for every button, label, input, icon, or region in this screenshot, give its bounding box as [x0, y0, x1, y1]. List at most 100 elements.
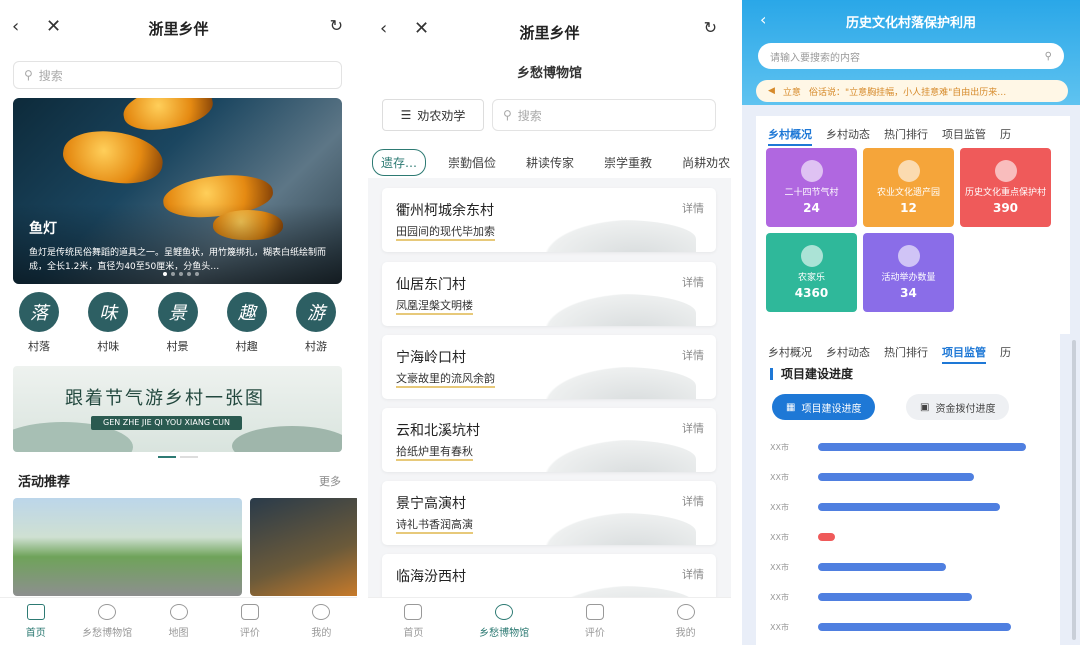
tab-overview[interactable]: 乡村概况 [768, 344, 812, 364]
detail-link[interactable]: 详情 [682, 347, 704, 363]
search-input[interactable]: ⚲ 搜索 [492, 99, 716, 131]
tab-museum[interactable]: 乡愁博物馆 [459, 598, 550, 645]
mountain-decoration [546, 220, 696, 252]
row-label: XX市 [770, 472, 789, 482]
solar-term-banner[interactable]: 跟着节气游乡村一张图 GEN ZHE JIE QI YOU XIANG CUN [13, 366, 342, 452]
mountain-decoration [546, 513, 696, 545]
tab-home[interactable]: 首页 [368, 598, 459, 645]
tab-label: 首页 [403, 628, 424, 639]
progress-panel: 乡村概况 乡村动态 热门排行 项目监管 历 项目建设进度 ▦ 项目建设进度 ▣ 资金… [756, 334, 1060, 645]
activity-card[interactable] [13, 498, 242, 596]
tab-mine[interactable]: 我的 [286, 598, 357, 645]
progress-bar [818, 443, 1026, 451]
tab-museum[interactable]: 乡愁博物馆 [71, 598, 142, 645]
tab-supervision[interactable]: 项目监管 [942, 126, 986, 146]
village-card[interactable]: 仙居东门村 凤凰涅槃文明楼 详情 [382, 262, 716, 326]
category-label: 村游 [305, 340, 327, 353]
tab-mine[interactable]: 我的 [640, 598, 731, 645]
category-label: 村景 [166, 340, 189, 353]
tab-bar: 首页 乡愁博物馆 评价 我的 [368, 597, 731, 645]
tile-label: 农业文化遗产园 [876, 188, 940, 198]
tab-agriculture[interactable]: 尚耕劝农 [674, 150, 731, 175]
search-placeholder: 请输入要搜索的内容 [770, 52, 860, 64]
hero-carousel[interactable]: 鱼灯 鱼灯是传统民俗舞蹈的道具之一。呈鲤鱼状，用竹篾绑扎，糊表白纸绘制而成，全长… [13, 98, 342, 284]
progress-row: XX市 [770, 432, 1050, 462]
scrollbar[interactable] [1072, 340, 1076, 640]
menu-icon: ☰ [400, 108, 412, 122]
fund-progress-button[interactable]: ▣ 资金拨付进度 [906, 394, 1010, 420]
category-icon: 味 [88, 292, 129, 332]
category-label: 村味 [97, 340, 120, 353]
detail-link[interactable]: 详情 [682, 274, 704, 290]
activity-card[interactable] [250, 498, 357, 596]
category-taste[interactable]: 味村味 [82, 292, 134, 354]
tab-map[interactable]: 地图 [143, 598, 214, 645]
detail-link[interactable]: 详情 [682, 200, 704, 216]
tab-review[interactable]: 评价 [214, 598, 285, 645]
section-title: 项目建设进度 [770, 368, 853, 380]
notice-text: 俗话说："立意胸挂幅，小人挂意难"自由出历来… [808, 87, 1007, 98]
row-label: XX市 [770, 442, 789, 452]
stat-tile[interactable]: 历史文化重点保护村 390 [960, 148, 1051, 227]
village-card[interactable]: 云和北溪坑村 拾纸炉里有春秋 详情 [382, 408, 716, 472]
search-placeholder: 搜索 [38, 68, 63, 83]
project-progress-button[interactable]: ▦ 项目建设进度 [772, 394, 876, 420]
tile-label: 活动举办数量 [881, 273, 936, 283]
tab-label: 评价 [239, 628, 260, 639]
menu-button[interactable]: ☰ 劝农劝学 [382, 99, 484, 131]
tab-overview[interactable]: 乡村概况 [768, 126, 812, 146]
tab-education[interactable]: 崇学重教 [596, 150, 660, 175]
search-input[interactable]: 请输入要搜索的内容 ⚲ [758, 43, 1064, 69]
progress-row: XX市 [770, 582, 1050, 612]
wallet-icon: ▣ [920, 401, 930, 413]
tab-ranking[interactable]: 热门排行 [884, 126, 928, 146]
hero-desc: 鱼灯是传统民俗舞蹈的道具之一。呈鲤鱼状，用竹篾绑扎，糊表白纸绘制而成，全长1.2… [29, 248, 327, 272]
carousel-dots [163, 272, 199, 276]
tab-review[interactable]: 评价 [550, 598, 641, 645]
card-subtitle: 田园间的现代毕加索 [396, 225, 495, 241]
menu-label: 劝农劝学 [417, 108, 466, 123]
detail-link[interactable]: 详情 [682, 566, 704, 582]
progress-bars: XX市 XX市 XX市 XX市 XX市 XX市 XX市 [770, 432, 1050, 642]
category-fun[interactable]: 趣村趣 [221, 292, 273, 354]
category-travel[interactable]: 游村游 [290, 292, 342, 354]
notice-bar[interactable]: ◀ 立意 俗话说："立意胸挂幅，小人挂意难"自由出历来… [756, 80, 1068, 102]
tab-news[interactable]: 乡村动态 [826, 344, 870, 364]
pill-label: 项目建设进度 [801, 403, 862, 415]
tab-news[interactable]: 乡村动态 [826, 126, 870, 146]
village-card[interactable]: 宁海岭口村 文豪故里的流风余韵 详情 [382, 335, 716, 399]
share-icon[interactable]: ↻ [330, 16, 343, 35]
page-title: 浙里乡伴 [519, 24, 580, 42]
nav-bar: ‹ ✕ 浙里乡伴 ↻ [0, 0, 357, 56]
tab-history[interactable]: 历 [1000, 344, 1011, 364]
row-label: XX市 [770, 502, 789, 512]
stat-tile[interactable]: 农业文化遗产园 12 [863, 148, 954, 227]
stat-tile[interactable]: 二十四节气村 24 [766, 148, 857, 227]
mountain-decoration [546, 367, 696, 399]
village-card[interactable]: 衢州柯城余东村 田园间的现代毕加索 详情 [382, 188, 716, 252]
share-icon[interactable]: ↻ [704, 18, 717, 37]
mountain-decoration [546, 440, 696, 472]
village-card[interactable]: 景宁高演村 诗礼书香润高演 详情 [382, 481, 716, 545]
tab-home[interactable]: 首页 [0, 598, 71, 645]
tab-ranking[interactable]: 热门排行 [884, 344, 928, 364]
stat-tile[interactable]: 活动举办数量 34 [863, 233, 954, 312]
category-village[interactable]: 落村落 [13, 292, 65, 354]
detail-link[interactable]: 详情 [682, 493, 704, 509]
stat-tile[interactable]: 农家乐 4360 [766, 233, 857, 312]
tab-supervision[interactable]: 项目监管 [942, 344, 986, 364]
more-link[interactable]: 更多 [319, 473, 341, 489]
tab-remains[interactable]: 遗存… [372, 148, 427, 176]
category-icon: 趣 [226, 292, 267, 332]
tab-label: 地图 [168, 628, 189, 639]
tab-diligence[interactable]: 崇勤倡俭 [440, 150, 504, 175]
tile-icon [800, 160, 823, 182]
tab-farming-study[interactable]: 耕读传家 [518, 150, 582, 175]
search-input[interactable]: ⚲ 搜索 [13, 61, 342, 89]
detail-link[interactable]: 详情 [682, 420, 704, 436]
section-title: 活动推荐 [18, 475, 71, 490]
banner-pager [158, 456, 198, 458]
category-tabs: 遗存… 崇勤倡俭 耕读传家 崇学重教 尚耕劝农 [368, 146, 731, 178]
category-scenery[interactable]: 景村景 [152, 292, 204, 354]
tab-history[interactable]: 历 [1000, 126, 1011, 146]
